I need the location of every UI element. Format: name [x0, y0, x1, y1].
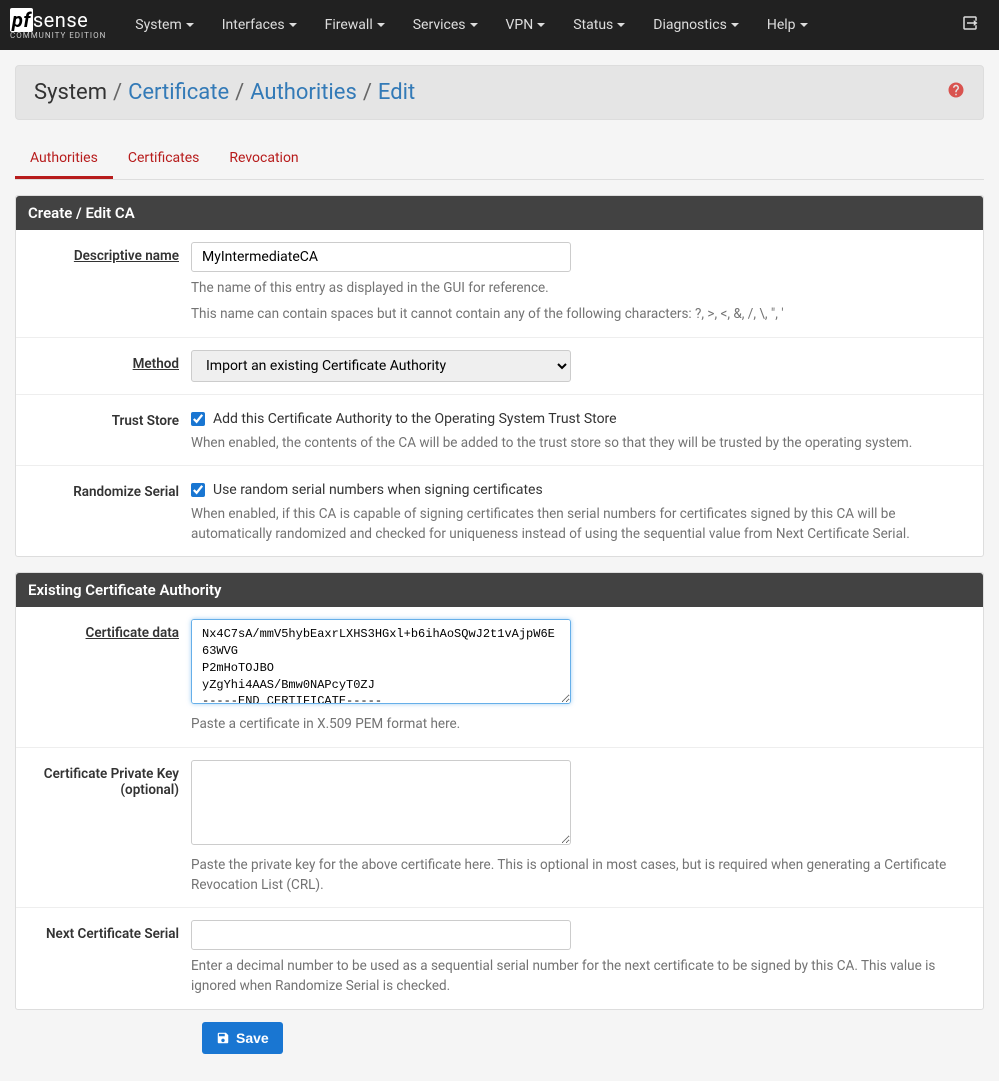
tabs: Authorities Certificates Revocation: [15, 140, 984, 180]
nav-help[interactable]: Help: [753, 0, 822, 50]
checkbox-trust-store[interactable]: [191, 412, 205, 426]
breadcrumb: System / Certificate / Authorities / Edi…: [34, 80, 415, 105]
logo-pf: pf: [10, 8, 33, 32]
help-text: Paste the private key for the above cert…: [191, 855, 968, 896]
checkbox-randomize-serial[interactable]: [191, 483, 205, 497]
textarea-private-key[interactable]: [191, 760, 571, 845]
breadcrumb-authorities[interactable]: Authorities: [250, 80, 357, 105]
nav-system[interactable]: System: [121, 0, 207, 50]
caret-icon: [186, 23, 194, 27]
label-next-serial: Next Certificate Serial: [31, 920, 191, 942]
caret-icon: [800, 23, 808, 27]
group-certificate-data: Certificate data Paste a certificate in …: [16, 607, 983, 747]
logout-icon[interactable]: [961, 14, 979, 36]
checkbox-randomize-label: Use random serial numbers when signing c…: [213, 482, 543, 498]
input-descriptive-name[interactable]: [191, 242, 571, 272]
group-next-serial: Next Certificate Serial Enter a decimal …: [16, 908, 983, 1009]
group-method: Method Import an existing Certificate Au…: [16, 338, 983, 395]
help-text: When enabled, the contents of the CA wil…: [191, 433, 968, 453]
panel-heading: Create / Edit CA: [16, 196, 983, 230]
group-private-key: Certificate Private Key (optional) Paste…: [16, 748, 983, 909]
save-icon: [216, 1031, 230, 1045]
select-method[interactable]: Import an existing Certificate Authority: [191, 350, 571, 382]
caret-icon: [289, 23, 297, 27]
group-trust-store: Trust Store Add this Certificate Authori…: [16, 395, 983, 466]
button-row: Save: [15, 1010, 984, 1066]
label-private-key: Certificate Private Key (optional): [31, 760, 191, 798]
help-text: Enter a decimal number to be used as a s…: [191, 956, 968, 997]
panel-heading: Existing Certificate Authority: [16, 573, 983, 607]
label-descriptive-name: Descriptive name: [31, 242, 191, 264]
label-randomize-serial: Randomize Serial: [31, 478, 191, 500]
nav-vpn[interactable]: VPN: [492, 0, 560, 50]
panel-create-edit-ca: Create / Edit CA Descriptive name The na…: [15, 195, 984, 557]
label-trust-store: Trust Store: [31, 407, 191, 429]
label-method: Method: [31, 350, 191, 372]
nav-interfaces[interactable]: Interfaces: [208, 0, 311, 50]
caret-icon: [377, 23, 385, 27]
nav-firewall[interactable]: Firewall: [311, 0, 399, 50]
help-text: This name can contain spaces but it cann…: [191, 304, 968, 324]
tab-revocation[interactable]: Revocation: [214, 140, 313, 179]
logo-sense: sense: [33, 8, 88, 32]
top-navbar: pfsense COMMUNITY EDITION System Interfa…: [0, 0, 999, 50]
caret-icon: [470, 23, 478, 27]
save-button[interactable]: Save: [202, 1022, 283, 1054]
checkbox-trust-label: Add this Certificate Authority to the Op…: [213, 411, 617, 427]
help-icon[interactable]: [947, 81, 965, 104]
caret-icon: [537, 23, 545, 27]
nav-status[interactable]: Status: [559, 0, 639, 50]
breadcrumb-certificate[interactable]: Certificate: [128, 80, 229, 105]
caret-icon: [617, 23, 625, 27]
tab-certificates[interactable]: Certificates: [113, 140, 215, 179]
logo-subtitle: COMMUNITY EDITION: [10, 32, 106, 40]
brand-logo[interactable]: pfsense COMMUNITY EDITION: [10, 10, 106, 40]
textarea-certificate-data[interactable]: [191, 619, 571, 704]
tab-authorities[interactable]: Authorities: [15, 140, 113, 179]
input-next-serial[interactable]: [191, 920, 571, 950]
help-text: When enabled, if this CA is capable of s…: [191, 504, 968, 545]
group-descriptive-name: Descriptive name The name of this entry …: [16, 230, 983, 338]
caret-icon: [731, 23, 739, 27]
panel-existing-ca: Existing Certificate Authority Certifica…: [15, 572, 984, 1009]
label-certificate-data: Certificate data: [31, 619, 191, 641]
help-text: The name of this entry as displayed in t…: [191, 278, 968, 298]
help-text: Paste a certificate in X.509 PEM format …: [191, 714, 968, 734]
nav-diagnostics[interactable]: Diagnostics: [639, 0, 753, 50]
breadcrumb-root: System: [34, 80, 107, 105]
breadcrumb-edit[interactable]: Edit: [378, 80, 415, 105]
nav-services[interactable]: Services: [399, 0, 492, 50]
group-randomize-serial: Randomize Serial Use random serial numbe…: [16, 466, 983, 557]
save-button-label: Save: [236, 1030, 269, 1046]
breadcrumb-panel: System / Certificate / Authorities / Edi…: [15, 65, 984, 120]
nav-menu: System Interfaces Firewall Services VPN …: [121, 0, 961, 50]
